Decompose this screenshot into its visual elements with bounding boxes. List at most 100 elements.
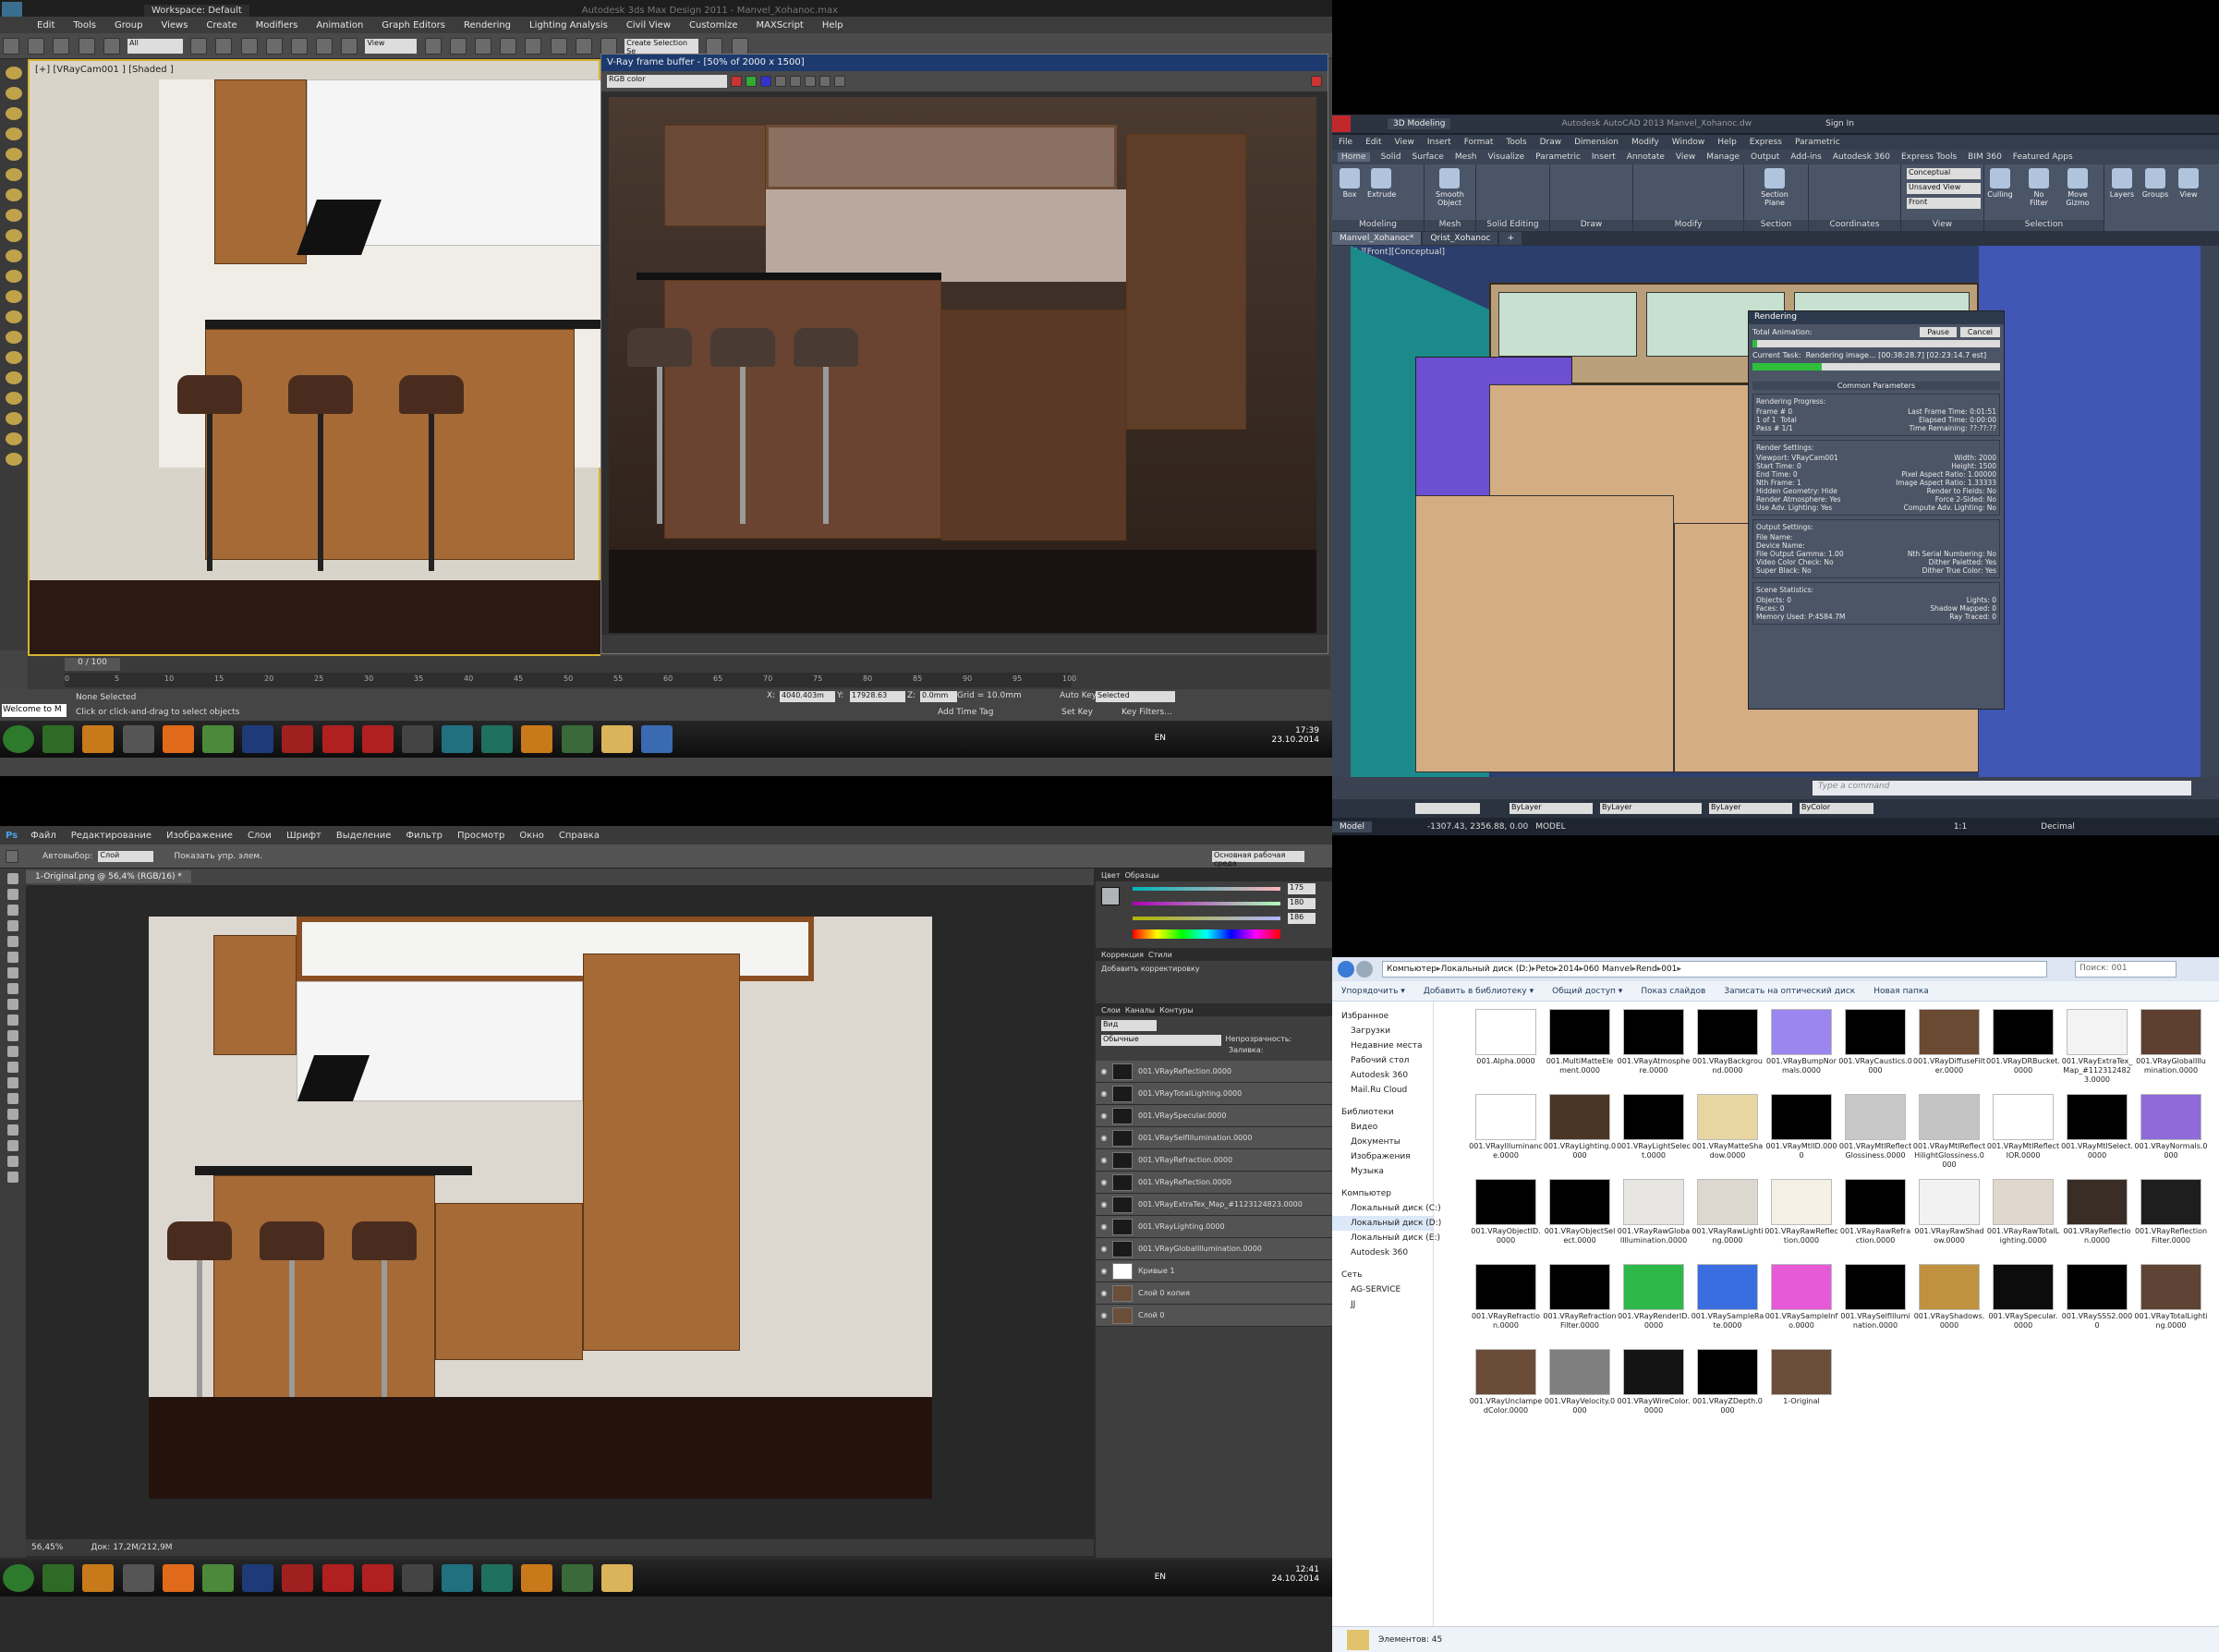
menu-item-civil-view[interactable]: Civil View	[626, 20, 671, 30]
menu-item[interactable]: Выделение	[336, 831, 392, 841]
autoselect-label[interactable]: Автовыбор:	[42, 852, 92, 861]
align-icon[interactable]	[731, 38, 748, 55]
tab-styles[interactable]: Стили	[1148, 951, 1172, 959]
file-item[interactable]: 001.VRayRawTotalLighting.0000	[1986, 1179, 2060, 1264]
scale-icon[interactable]	[341, 38, 358, 55]
layer-row[interactable]: ◉ Кривые 1	[1096, 1260, 1332, 1282]
color-dropdown[interactable]: ByLayer	[1510, 803, 1593, 814]
set-key-button[interactable]: Set Key	[1061, 708, 1093, 717]
archicad-icon[interactable]	[42, 725, 75, 753]
file-item[interactable]: 001.VRayGlobalIllumination.0000	[2134, 1009, 2208, 1094]
tool-icon[interactable]	[6, 249, 22, 262]
ribbon-tab-annotate[interactable]: Annotate	[1627, 152, 1665, 162]
clock[interactable]: 12:41 24.10.2014	[1271, 1565, 1319, 1584]
acrobat-icon[interactable]	[282, 1564, 314, 1592]
file-item[interactable]: 001.VRayRefractionFilter.0000	[1543, 1264, 1617, 1349]
ribbon-tab-add-ins[interactable]: Add-ins	[1790, 152, 1822, 162]
spinner-snap-icon[interactable]	[575, 38, 592, 55]
tab-paths[interactable]: Контуры	[1159, 1006, 1194, 1014]
tool-icon[interactable]	[6, 310, 22, 323]
time-slider[interactable]: 0 / 100	[65, 658, 120, 671]
command-button[interactable]: Добавить в библиотеку ▾	[1424, 987, 1534, 996]
layer-row[interactable]: ◉ 001.VRaySpecular.0000	[1096, 1105, 1332, 1127]
show-controls-checkbox[interactable]: Показать упр. элем.	[174, 852, 261, 861]
path-select-icon[interactable]	[7, 1124, 18, 1136]
3dsmax-icon[interactable]	[401, 1564, 433, 1592]
lasso-icon[interactable]	[7, 905, 18, 916]
quick-select-icon[interactable]	[7, 920, 18, 931]
eyedropper-icon[interactable]	[7, 952, 18, 963]
tool-icon[interactable]	[6, 168, 22, 181]
pdf-icon[interactable]	[122, 725, 154, 753]
file-item[interactable]: 001.VRayBackground.0000	[1691, 1009, 1764, 1094]
percent-snap-icon[interactable]	[550, 38, 567, 55]
nav-item[interactable]: Локальный диск (D:)	[1332, 1216, 1441, 1231]
visibility-eye-icon[interactable]: ◉	[1096, 1156, 1112, 1164]
cancel-button[interactable]: Cancel	[1959, 327, 2000, 337]
start-button-icon[interactable]	[3, 725, 34, 753]
lineweight-dropdown[interactable]: ByLayer	[1709, 803, 1792, 814]
box-button[interactable]: Box	[1336, 168, 1364, 213]
app2-icon[interactable]	[481, 725, 514, 753]
layer-row[interactable]: ◉ 001.VRaySelfIllumination.0000	[1096, 1127, 1332, 1149]
blur-icon[interactable]	[7, 1062, 18, 1073]
menu-item-dimension[interactable]: Dimension	[1574, 138, 1619, 147]
green-value[interactable]: 180	[1288, 898, 1316, 909]
menu-item[interactable]: Шрифт	[286, 831, 321, 841]
ribbon-tab-bim-360[interactable]: BIM 360	[1968, 152, 2002, 162]
file-item[interactable]: 001.VRayReflectionFilter.0000	[2134, 1179, 2208, 1264]
visibility-eye-icon[interactable]: ◉	[1096, 1089, 1112, 1098]
m-app-icon[interactable]	[162, 1564, 194, 1592]
file-item[interactable]: 001.VRayIlluminance.0000	[1469, 1094, 1543, 1179]
command-button[interactable]: Показ слайдов	[1641, 987, 1705, 996]
back-icon[interactable]	[1338, 961, 1354, 978]
tool-icon[interactable]	[6, 229, 22, 242]
key-filters-button[interactable]: Key Filters...	[1122, 708, 1172, 717]
menu-item[interactable]: Редактирование	[71, 831, 152, 841]
tool-icon[interactable]	[6, 331, 22, 344]
menu-item-tools[interactable]: Tools	[73, 20, 96, 30]
explorer-icon[interactable]	[600, 1564, 633, 1592]
visibility-eye-icon[interactable]: ◉	[1096, 1067, 1112, 1075]
command-input[interactable]: Type a command	[1813, 781, 2191, 796]
file-item[interactable]: 001.VRayCaustics.0000	[1838, 1009, 1912, 1094]
culling-button[interactable]: Culling	[1986, 168, 2014, 213]
acad-command-line[interactable]: Type a command	[1332, 777, 2219, 799]
forward-icon[interactable]	[1356, 961, 1373, 978]
undo-icon[interactable]	[3, 38, 19, 55]
menu-item-tools[interactable]: Tools	[1506, 138, 1526, 147]
pen-icon[interactable]	[7, 1093, 18, 1104]
menu-item-file[interactable]: File	[1339, 138, 1352, 147]
menu-item-maxscript[interactable]: MAXScript	[757, 20, 804, 30]
autocad-icon[interactable]	[321, 725, 354, 753]
named-selection-sets[interactable]: Create Selection Se	[624, 39, 699, 55]
app-icon[interactable]	[442, 725, 474, 753]
breadcrumb-item[interactable]: 060 Manvel	[1583, 965, 1631, 974]
tool-icon[interactable]	[6, 351, 22, 364]
nav-item[interactable]: Локальный диск (E:)	[1332, 1231, 1440, 1245]
healing-icon[interactable]	[7, 967, 18, 978]
tab-layers[interactable]: Слои	[1101, 1006, 1121, 1014]
layer-row[interactable]: ◉ 001.VRayGlobalIllumination.0000	[1096, 1238, 1332, 1260]
key-selection-dropdown[interactable]: Selected	[1096, 691, 1175, 702]
rotate-icon[interactable]	[316, 38, 333, 55]
saved-view-dropdown[interactable]: Unsaved View	[1907, 183, 1981, 194]
file-item[interactable]: 001.VRayTotalLighting.0000	[2134, 1264, 2208, 1349]
ribbon-tab-featured-apps[interactable]: Featured Apps	[2013, 152, 2073, 162]
file-item[interactable]: 001.VRayShadows.0000	[1912, 1264, 1986, 1349]
nav-item[interactable]: JJ	[1332, 1297, 1433, 1312]
file-item[interactable]: 001.VRayMtlReflectGlossiness.0000	[1838, 1094, 1912, 1179]
ribbon-tab-parametric[interactable]: Parametric	[1535, 152, 1581, 162]
explorer-icon[interactable]	[600, 725, 633, 753]
menu-item[interactable]: Окно	[519, 831, 544, 841]
select-by-name-icon[interactable]	[215, 38, 233, 55]
layers-button[interactable]: Layers	[2108, 168, 2136, 213]
tab-color[interactable]: Цвет	[1101, 871, 1121, 880]
timeline-ruler[interactable]: 0 5 10 15 20 25 30 35 40 45 50 55 60 65 70 75 80 85 90 95 10…	[65, 673, 1076, 687]
visibility-eye-icon[interactable]: ◉	[1096, 1200, 1112, 1209]
move-icon[interactable]	[290, 38, 308, 55]
region-render-icon[interactable]	[834, 76, 845, 87]
add-time-tag[interactable]: Add Time Tag	[938, 708, 993, 717]
breadcrumb-item[interactable]: 001	[1661, 965, 1677, 974]
new-tab-button[interactable]: +	[1499, 232, 1522, 245]
